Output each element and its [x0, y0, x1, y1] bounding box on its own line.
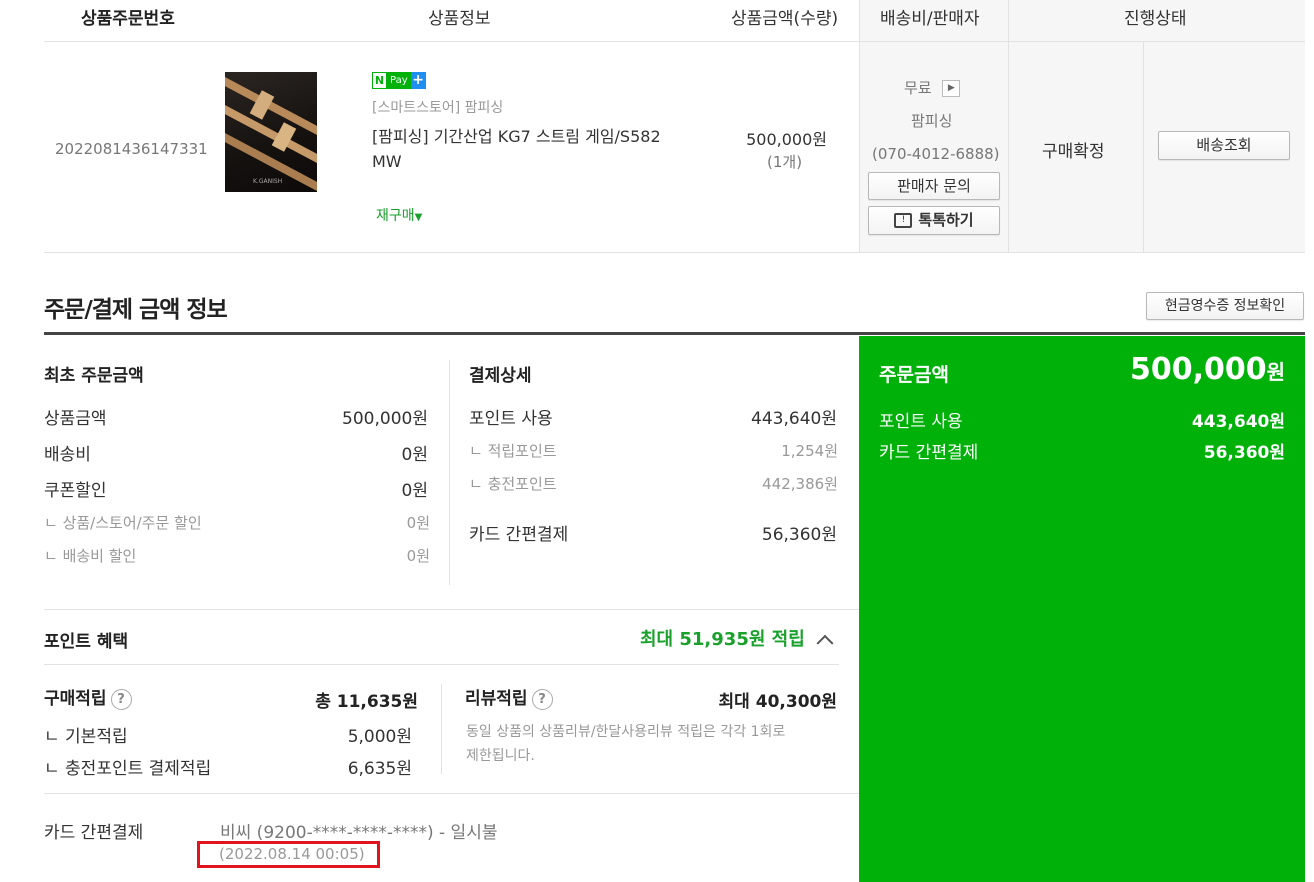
store-label[interactable]: [스마트스토어] 팜피싱 — [372, 97, 503, 117]
item-quantity: (1개) — [767, 153, 803, 171]
help-question-icon[interactable]: ? — [531, 688, 553, 710]
detail-card-value: 56,360원 — [761, 525, 837, 545]
review-note: 동일 상품의 상품리뷰/한달사용리뷰 적립은 각각 1회로 제한됩니다. — [466, 720, 785, 768]
cash-receipt-button[interactable]: 현금영수증 정보확인 — [1146, 292, 1304, 320]
detail-earned-value: 1,254원 — [781, 442, 838, 460]
initial-payment-divider — [449, 360, 450, 585]
rebuy-label: 재구매 — [376, 208, 415, 224]
tracking-button[interactable]: 배송조회 — [1158, 131, 1290, 160]
rebuy-link[interactable]: 재구매▼ — [376, 205, 422, 225]
order-row-divider — [44, 252, 1305, 253]
review-note-line1: 동일 상품의 상품리뷰/한달사용리뷰 적립은 각각 1회로 — [466, 724, 786, 740]
card-payment-datetime: (2022.08.14 00:05) — [219, 845, 365, 863]
purchase-earn: 구매적립? — [44, 684, 132, 710]
purchase-earn-label: 구매적립 — [44, 689, 107, 709]
product-name-line1: [팜피싱] 기간산업 KG7 스트림 게임/S582 — [372, 127, 661, 146]
basic-earn-label: ㄴ 기본적립 — [44, 727, 128, 747]
summary-order-amount-value: 500,000 — [1129, 352, 1267, 387]
detail-point-value: 443,640원 — [751, 409, 837, 429]
points-divider — [44, 664, 839, 665]
points-benefit-heading: 포인트 혜택 — [44, 632, 129, 652]
charge-earn-label: ㄴ 충전포인트 결제적립 — [44, 759, 212, 779]
summary-point-label: 포인트 사용 — [879, 412, 963, 432]
payment-summary-panel: 주문금액 500,000원 포인트 사용 443,640원 카드 간편결제 56… — [859, 336, 1305, 882]
basic-earn-value: 5,000원 — [347, 727, 412, 747]
play-icon[interactable]: ▶ — [942, 80, 961, 97]
review-earn: 리뷰적립? — [465, 684, 553, 710]
order-status: 구매확정 — [1042, 142, 1105, 162]
summary-order-amount: 500,000원 — [1059, 352, 1285, 387]
product-name[interactable]: [팜피싱] 기간산업 KG7 스트림 게임/S582 MW — [372, 124, 661, 174]
review-earn-label: 리뷰적립 — [465, 689, 528, 709]
initial-row-value: 500,000원 — [342, 409, 428, 429]
npay-badge: N Pay + — [372, 72, 426, 89]
card-section-divider — [44, 793, 859, 794]
detail-charged-label: ㄴ 충전포인트 — [469, 475, 557, 493]
initial-subrow-label: ㄴ 배송비 할인 — [44, 547, 137, 565]
summary-won-unit: 원 — [1266, 360, 1285, 384]
chevron-up-icon — [816, 634, 834, 652]
initial-row-label: 상품금액 — [44, 409, 107, 429]
initial-subrow-label: ㄴ 상품/스토어/주문 할인 — [44, 514, 202, 532]
initial-row-value: 0원 — [401, 481, 428, 501]
review-earn-value: 최대 40,300원 — [718, 692, 837, 712]
initial-order-heading: 최초 주문금액 — [44, 366, 144, 386]
initial-row-label: 배송비 — [44, 445, 91, 465]
section-top-border — [44, 332, 1305, 335]
summary-card-value: 56,360원 — [1203, 443, 1285, 463]
points-max-earn: 최대 51,935원 적립 — [640, 629, 805, 650]
talktalk-button[interactable]: ! 톡톡하기 — [868, 206, 1000, 235]
section-divider — [44, 609, 859, 610]
points-column-divider — [441, 684, 442, 774]
chevron-down-icon: ▼ — [414, 212, 423, 223]
product-name-line2: MW — [372, 152, 402, 171]
card-payment-detail: 비씨 (9200-****-****-****) - 일시불 — [220, 823, 498, 843]
purchase-earn-total: 총 11,635원 — [315, 692, 418, 712]
help-question-icon[interactable]: ? — [110, 688, 132, 710]
payment-detail-heading: 결제상세 — [469, 366, 532, 386]
npay-n-icon: N — [372, 72, 387, 89]
shipping-fee-label: 무료 — [904, 79, 932, 97]
card-payment-label: 카드 간편결제 — [44, 823, 144, 843]
detail-card-label: 카드 간편결제 — [469, 525, 569, 545]
item-price: 500,000원 — [746, 130, 827, 149]
summary-order-amount-label: 주문금액 — [879, 364, 949, 386]
summary-card-label: 카드 간편결제 — [879, 443, 979, 463]
review-note-line2: 제한됩니다. — [466, 748, 535, 764]
points-max-earn-toggle[interactable]: 최대 51,935원 적립 — [640, 625, 834, 652]
order-number[interactable]: 2022081436147331 — [55, 140, 208, 158]
seller-inquiry-button[interactable]: 판매자 문의 — [868, 172, 1000, 200]
column-divider — [859, 0, 860, 252]
summary-point-value: 443,640원 — [1191, 412, 1285, 432]
detail-point-label: 포인트 사용 — [469, 409, 553, 429]
seller-phone: (070-4012-6888) — [872, 145, 1000, 163]
column-divider — [1008, 0, 1009, 252]
column-divider — [1143, 42, 1144, 252]
product-image-brand: K.GANISH — [253, 178, 283, 185]
initial-subrow-value: 0원 — [406, 514, 430, 532]
payment-section-title: 주문/결제 금액 정보 — [44, 297, 228, 323]
npay-plus-icon: + — [410, 72, 426, 89]
initial-row-value: 0원 — [401, 445, 428, 465]
talktalk-chat-icon: ! — [894, 213, 913, 228]
charge-earn-value: 6,635원 — [347, 759, 412, 779]
fishing-rod-picture — [225, 76, 317, 192]
initial-subrow-value: 0원 — [406, 547, 430, 565]
talktalk-label: 톡톡하기 — [918, 211, 974, 229]
shipping-fee: 무료 ▶ — [904, 77, 961, 98]
detail-charged-value: 442,386원 — [762, 475, 838, 493]
initial-row-label: 쿠폰할인 — [44, 481, 107, 501]
product-image[interactable]: K.GANISH — [225, 72, 317, 192]
seller-name[interactable]: 팜피싱 — [911, 110, 952, 131]
header-status: 진행상태 — [1124, 9, 1187, 29]
header-shipping-seller: 배송비/판매자 — [880, 9, 980, 29]
header-amount-qty: 상품금액(수량) — [731, 9, 839, 29]
header-order-no: 상품주문번호 — [81, 9, 175, 29]
detail-earned-label: ㄴ 적립포인트 — [469, 442, 557, 460]
header-product-info: 상품정보 — [428, 9, 491, 29]
npay-pay-label: Pay — [387, 72, 411, 89]
